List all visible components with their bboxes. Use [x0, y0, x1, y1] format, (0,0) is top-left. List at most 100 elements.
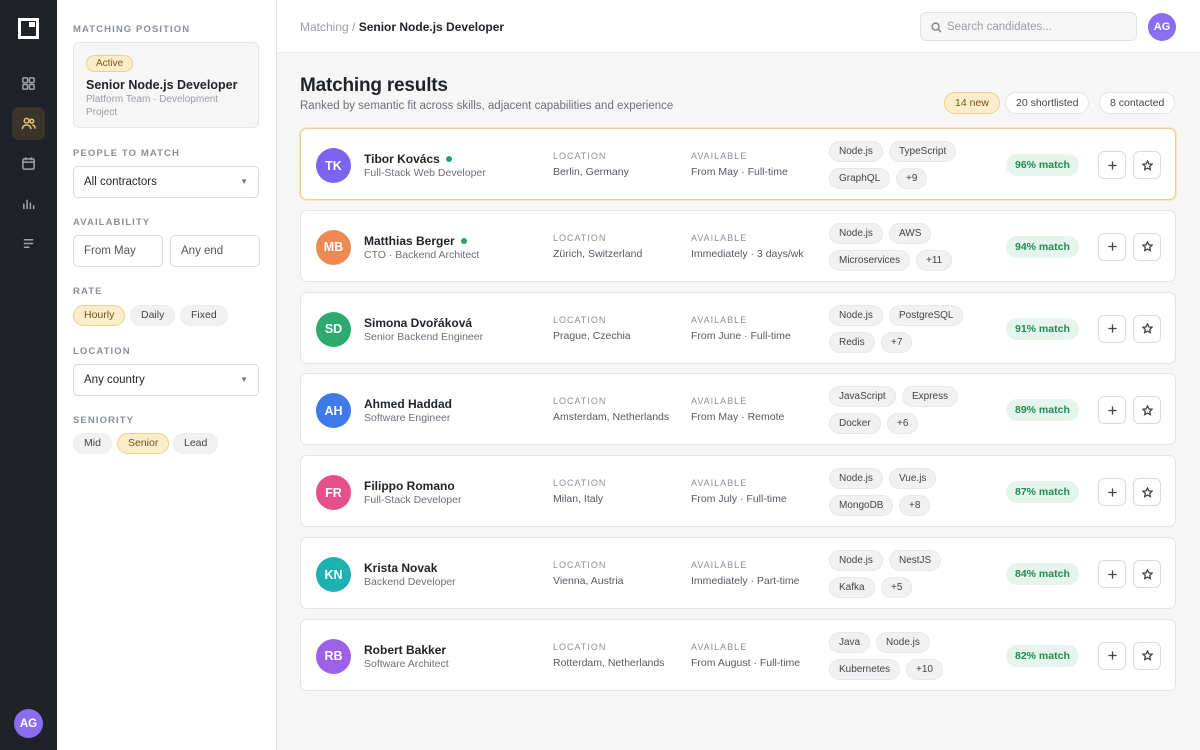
breadcrumb-parent[interactable]: Matching / [300, 20, 355, 34]
search-input[interactable] [947, 18, 1127, 36]
skill-tag[interactable]: Express [902, 386, 959, 408]
skill-tag[interactable]: Node.js [829, 550, 883, 571]
position-card[interactable]: Active Senior Node.js Developer Platform… [73, 42, 259, 128]
skill-tag[interactable]: Node.js [829, 141, 883, 162]
stat-new[interactable]: 14 new [944, 92, 1000, 114]
skill-tag[interactable]: PostgreSQL [889, 304, 964, 326]
candidate-name[interactable]: Krista Novak [364, 561, 437, 575]
candidate-name-wrap[interactable]: Simona Dvořáková [364, 316, 472, 330]
skill-tag[interactable]: +11 [916, 249, 953, 271]
nav-calendar[interactable] [12, 147, 45, 180]
stat-contacted[interactable]: 8 contacted [1099, 92, 1176, 114]
skill-tag[interactable]: Node.js [876, 631, 930, 653]
candidate-name-wrap[interactable]: Krista Novak [364, 561, 437, 575]
plus-icon [1107, 569, 1117, 579]
candidate-name-wrap[interactable]: Filippo Romano [364, 479, 455, 493]
seniority-chip-senior[interactable]: Senior [117, 433, 170, 454]
add-to-shortlist-button[interactable] [1098, 151, 1126, 179]
candidate-row[interactable]: FR Filippo Romano Full-Stack Developer LOCA… [300, 455, 1176, 528]
add-to-shortlist-button[interactable] [1098, 314, 1126, 343]
skill-tag[interactable]: Kubernetes [829, 658, 901, 680]
header-avatar[interactable]: AG [1148, 13, 1176, 41]
skill-tag[interactable]: Docker [829, 413, 881, 435]
seniority-label: SENIORITY [73, 415, 135, 426]
favorite-button[interactable] [1133, 396, 1161, 425]
candidate-row[interactable]: SD Simona Dvořáková Senior Backend Enginee… [300, 291, 1176, 364]
skill-tag[interactable]: GraphQL [829, 168, 891, 189]
match-score-badge: 89% match [1006, 399, 1079, 422]
candidate-row[interactable]: RB Robert Bakker Software Architect LOCATIO… [300, 618, 1176, 691]
candidate-row[interactable]: KN Krista Novak Backend Developer LOCATION V… [300, 537, 1176, 609]
add-to-shortlist-button[interactable] [1098, 232, 1126, 261]
availability-from-input[interactable]: From May [73, 235, 163, 267]
skill-tag[interactable]: +10 [906, 658, 943, 680]
favorite-button[interactable] [1133, 560, 1161, 588]
matching-position-label: MATCHING POSITION [73, 24, 191, 35]
skill-tag[interactable]: Microservices [829, 249, 911, 271]
candidate-location: Amsterdam, Netherlands [553, 411, 670, 424]
add-to-shortlist-button[interactable] [1098, 641, 1126, 670]
list-icon [23, 239, 34, 248]
favorite-button[interactable] [1133, 232, 1161, 261]
candidate-row[interactable]: MB Matthias Berger CTO · Backend Architect… [300, 209, 1176, 282]
skill-tag[interactable]: Java [829, 631, 871, 653]
add-to-shortlist-button[interactable] [1098, 560, 1126, 588]
people-select[interactable]: All contractors ▼ [73, 166, 259, 198]
skill-tag[interactable]: +7 [881, 331, 913, 353]
location-label: LOCATION [553, 478, 607, 489]
nav-list[interactable] [12, 227, 45, 260]
candidate-name[interactable]: Simona Dvořáková [364, 316, 472, 330]
nav-matching[interactable] [12, 107, 45, 140]
candidate-name-wrap[interactable]: Robert Bakker [364, 643, 446, 657]
skill-tag[interactable]: Kafka [829, 577, 875, 598]
candidate-name[interactable]: Robert Bakker [364, 643, 446, 657]
availability-end-input[interactable]: Any end [170, 235, 260, 267]
candidate-name-wrap[interactable]: Matthias Berger [364, 234, 467, 248]
candidate-name[interactable]: Filippo Romano [364, 479, 455, 493]
seniority-chip-mid[interactable]: Mid [73, 433, 112, 454]
candidate-row[interactable]: TK Tibor Kovács Full-Stack Web Developer LO… [300, 128, 1176, 200]
candidate-name[interactable]: Matthias Berger [364, 234, 455, 248]
rate-chip-hourly[interactable]: Hourly [73, 305, 126, 326]
skill-tag[interactable]: Node.js [829, 468, 883, 490]
skill-tag[interactable]: JavaScript [829, 386, 896, 408]
candidate-location: Berlin, Germany [553, 166, 629, 178]
nav-dashboard[interactable] [12, 67, 45, 100]
favorite-button[interactable] [1133, 478, 1161, 507]
skill-tag[interactable]: +6 [887, 413, 919, 435]
skill-tag[interactable]: MongoDB [829, 495, 894, 517]
skill-tag[interactable]: Node.js [829, 304, 883, 326]
seniority-chip-lead[interactable]: Lead [173, 433, 219, 454]
rate-chip-daily[interactable]: Daily [130, 305, 176, 326]
candidate-name-wrap[interactable]: Tibor Kovács [364, 152, 452, 166]
plus-icon [1107, 242, 1117, 251]
add-to-shortlist-button[interactable] [1098, 396, 1126, 425]
stat-shortlisted[interactable]: 20 shortlisted [1005, 92, 1090, 114]
location-select[interactable]: Any country ▼ [73, 364, 259, 396]
candidate-name[interactable]: Ahmed Haddad [364, 397, 452, 411]
skill-tag[interactable]: TypeScript [889, 141, 957, 162]
favorite-button[interactable] [1133, 151, 1161, 179]
skill-tag[interactable]: +8 [899, 495, 931, 517]
skill-tag[interactable]: +9 [896, 168, 928, 189]
candidate-row[interactable]: AH Ahmed Haddad Software Engineer LOCATION A… [300, 373, 1176, 446]
plus-icon [1107, 160, 1117, 170]
favorite-button[interactable] [1133, 641, 1161, 670]
user-avatar[interactable]: AG [14, 709, 43, 738]
candidate-role: Full-Stack Developer [364, 494, 462, 507]
skill-tag[interactable]: Node.js [829, 222, 883, 244]
logo-icon[interactable] [18, 18, 39, 39]
skill-tag[interactable]: +5 [881, 577, 913, 598]
add-to-shortlist-button[interactable] [1098, 478, 1126, 507]
skill-tag[interactable]: Redis [829, 331, 875, 353]
search-box[interactable] [920, 12, 1137, 41]
star-icon [1141, 159, 1153, 171]
candidate-name-wrap[interactable]: Ahmed Haddad [364, 397, 452, 411]
nav-reports[interactable] [12, 187, 45, 220]
skill-tag[interactable]: NestJS [889, 550, 942, 571]
skill-tag[interactable]: Vue.js [889, 468, 937, 490]
candidate-name[interactable]: Tibor Kovács [364, 152, 440, 166]
favorite-button[interactable] [1133, 314, 1161, 343]
skill-tag[interactable]: AWS [889, 222, 932, 244]
rate-chip-fixed[interactable]: Fixed [180, 305, 228, 326]
